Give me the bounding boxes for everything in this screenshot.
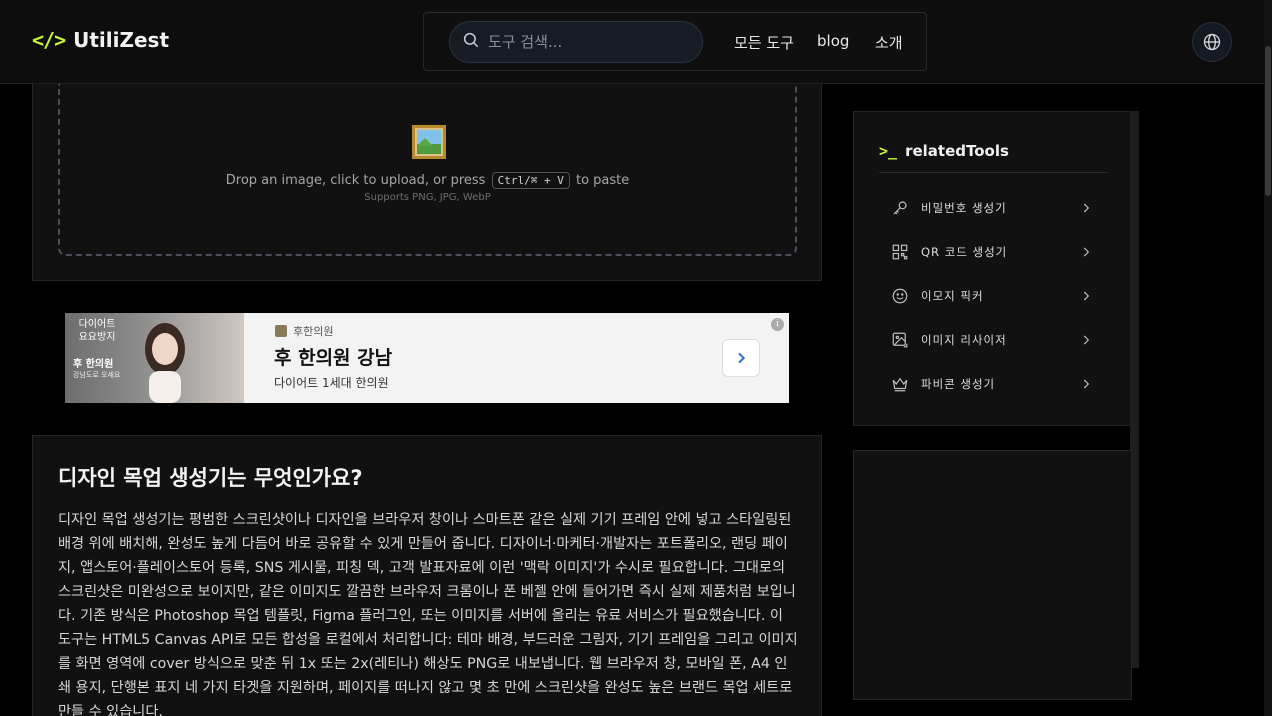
related-tool-image-resizer[interactable]: 이미지 리사이저 bbox=[879, 322, 1107, 358]
ad-info-icon[interactable]: i bbox=[771, 318, 784, 331]
logo-text: UtiliZest bbox=[73, 28, 170, 52]
ad-model-photo bbox=[145, 323, 185, 403]
related-tool-emoji-picker[interactable]: 이모지 픽커 bbox=[879, 278, 1107, 314]
chevron-right-icon bbox=[1083, 247, 1090, 257]
upload-card: Drop an image, click to upload, or press… bbox=[32, 84, 822, 281]
chevron-right-icon bbox=[1083, 203, 1090, 213]
search-icon bbox=[462, 31, 480, 53]
nav-all-tools[interactable]: 모든 도구 bbox=[734, 32, 794, 53]
globe-icon bbox=[1203, 33, 1221, 51]
ad-left-name: 후 한의원 bbox=[73, 359, 114, 370]
site-header: </> UtiliZest 모든 도구 blog 소개 bbox=[0, 0, 1264, 84]
drop-text-before: Drop an image, click to upload, or press bbox=[225, 173, 486, 188]
chevron-right-icon bbox=[1083, 379, 1090, 389]
logo[interactable]: </> UtiliZest bbox=[32, 28, 169, 52]
ad-image: 다이어트 요요방지 후 한의원 강남도로 오세요 bbox=[65, 313, 244, 403]
smiley-icon bbox=[891, 287, 909, 305]
paste-shortcut: Ctrl/⌘ + V bbox=[491, 172, 570, 189]
divider bbox=[879, 172, 1107, 173]
ad-brand-name: 후한의원 bbox=[293, 325, 334, 338]
key-icon bbox=[891, 199, 909, 217]
ad-left-tag: 다이어트 요요방지 bbox=[78, 319, 116, 343]
related-tools-title: relatedTools bbox=[905, 142, 1009, 160]
code-brackets-icon: </> bbox=[32, 28, 66, 52]
related-tool-qr-generator[interactable]: QR 코드 생성기 bbox=[879, 234, 1107, 270]
search-box[interactable] bbox=[449, 21, 703, 63]
supported-formats: Supports PNG, JPG, WebP bbox=[364, 192, 491, 203]
sidebar-ad-slot bbox=[853, 450, 1132, 700]
related-tool-password-generator[interactable]: 비밀번호 생성기 bbox=[879, 190, 1107, 226]
ad-banner[interactable]: 다이어트 요요방지 후 한의원 강남도로 오세요 후한의원 후 한의원 강남 다… bbox=[65, 313, 789, 403]
related-tool-label: 이모지 픽커 bbox=[921, 289, 984, 303]
chevron-right-icon bbox=[1083, 291, 1090, 301]
search-input[interactable] bbox=[488, 33, 678, 51]
nav-about[interactable]: 소개 bbox=[875, 32, 903, 53]
related-tool-label: 파비콘 생성기 bbox=[921, 377, 996, 391]
image-dropzone[interactable]: Drop an image, click to upload, or press… bbox=[58, 84, 797, 256]
related-tool-label: 비밀번호 생성기 bbox=[921, 201, 1007, 215]
article-body: 디자인 목업 생성기는 평범한 스크린샷이나 디자인을 브라우저 창이나 스마트… bbox=[58, 512, 798, 716]
language-button[interactable] bbox=[1192, 22, 1232, 62]
ad-left-small: 강남도로 오세요 bbox=[73, 371, 121, 379]
article-card: 디자인 목업 생성기는 무엇인가요? 디자인 목업 생성기는 평범한 스크린샷이… bbox=[32, 435, 822, 716]
qr-code-icon bbox=[891, 243, 909, 261]
page-scrollbar-thumb[interactable] bbox=[1265, 46, 1271, 196]
ad-brand-logo-icon bbox=[275, 325, 287, 337]
related-tool-favicon-generator[interactable]: 파비콘 생성기 bbox=[879, 366, 1107, 402]
image-resize-icon bbox=[891, 331, 909, 349]
ad-title: 후 한의원 강남 bbox=[274, 347, 393, 369]
chevron-right-icon bbox=[1083, 335, 1090, 345]
picture-icon bbox=[412, 125, 446, 159]
chevron-right-icon bbox=[738, 352, 746, 364]
ad-brand: 후한의원 bbox=[275, 323, 333, 339]
terminal-prompt-icon: >_ bbox=[879, 142, 898, 160]
drop-instructions: Drop an image, click to upload, or press… bbox=[60, 172, 795, 189]
related-tools-card: >_ relatedTools 비밀번호 생성기 QR 코드 생성기 이모지 픽… bbox=[853, 111, 1132, 426]
ad-go-button[interactable] bbox=[722, 339, 760, 377]
article-heading: 디자인 목업 생성기는 무엇인가요? bbox=[58, 466, 363, 490]
related-tool-label: QR 코드 생성기 bbox=[921, 245, 1008, 259]
crown-icon bbox=[891, 375, 909, 393]
related-tool-label: 이미지 리사이저 bbox=[921, 333, 1007, 347]
related-tools-header: >_ relatedTools bbox=[879, 142, 1009, 160]
nav-blog[interactable]: blog bbox=[817, 32, 849, 50]
drop-text-after: to paste bbox=[575, 173, 630, 188]
ad-subtitle: 다이어트 1세대 한의원 bbox=[274, 376, 389, 390]
nav-bar: 모든 도구 blog 소개 bbox=[423, 12, 927, 71]
